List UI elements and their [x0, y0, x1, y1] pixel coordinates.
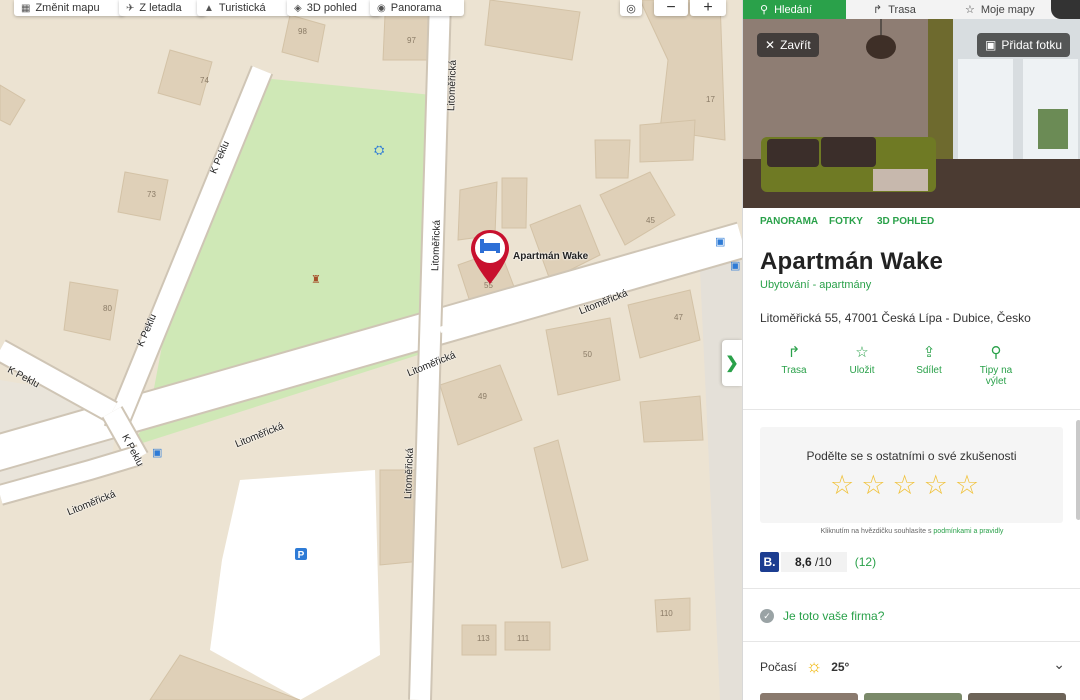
panel-tabs: ⚲ Hledání ↱ Trasa ☆ Moje mapy: [743, 0, 1080, 20]
poi-label[interactable]: Apartmán Wake: [513, 251, 588, 262]
house-number: 74: [200, 76, 209, 85]
add-photo-button[interactable]: ▣ Přidat fotku: [977, 33, 1071, 57]
street-label: Litoměřická: [403, 447, 416, 500]
photo-thumbnail[interactable]: [968, 693, 1066, 700]
plane-icon: ✈: [126, 2, 135, 14]
divider: [743, 409, 1080, 410]
photo-thumbnail[interactable]: [864, 693, 962, 700]
house-number: 49: [478, 392, 487, 401]
house-number: 80: [103, 304, 112, 313]
cube-icon: ◈: [294, 2, 302, 14]
location-target-icon: ◎: [626, 2, 636, 15]
collapse-panel-button[interactable]: ❯: [722, 340, 742, 386]
eye-icon: ◉: [377, 2, 386, 14]
close-button[interactable]: ✕ Zavřít: [757, 33, 819, 57]
star-1-icon[interactable]: ☆: [830, 471, 854, 499]
weather-label: Počasí: [760, 659, 797, 674]
star-5-icon[interactable]: ☆: [955, 471, 979, 499]
chevron-right-icon: ❯: [725, 355, 739, 372]
place-category[interactable]: Ubytování - apartmány: [760, 279, 871, 291]
house-number: 111: [517, 634, 530, 643]
avatar[interactable]: [1051, 0, 1080, 19]
place-address: Litoměřická 55, 47001 Česká Lípa - Dubic…: [760, 311, 1031, 325]
panorama-link[interactable]: PANORAMA: [760, 216, 818, 227]
star-3-icon[interactable]: ☆: [892, 471, 916, 499]
house-number: 73: [147, 190, 156, 199]
tab-search[interactable]: ⚲ Hledání: [743, 0, 846, 19]
booking-score: 8,6 /10: [781, 552, 847, 572]
house-number: 110: [660, 609, 673, 618]
star-icon: ☆: [965, 4, 975, 16]
house-number: 113: [477, 634, 490, 643]
tab-my-maps[interactable]: ☆ Moje mapy: [965, 0, 1035, 19]
map-canvas[interactable]: P ▦ Změnit mapu ✈ Z letadla ▲ Turistická ◈ 3…: [0, 0, 742, 700]
house-number: 45: [646, 216, 655, 225]
rating-box: Podělte se s ostatními o své zkušenosti …: [760, 427, 1063, 523]
search-icon: ⚲: [760, 4, 769, 16]
photo-thumbnail[interactable]: [760, 693, 858, 700]
route-action[interactable]: ↱ Trasa: [764, 344, 824, 377]
save-action[interactable]: ☆ Uložit: [832, 344, 892, 377]
view-3d-button[interactable]: ◈ 3D pohled: [287, 0, 381, 16]
panorama-button[interactable]: ◉ Panorama: [370, 0, 464, 16]
view-3d-link[interactable]: 3D POHLED: [877, 216, 934, 227]
house-number: 50: [583, 350, 592, 359]
place-photo[interactable]: ✕ Zavřít ▣ Přidat fotku: [743, 19, 1080, 208]
place-title: Apartmán Wake: [760, 248, 944, 275]
camera-icon: ▣: [985, 38, 997, 52]
close-icon: ✕: [765, 38, 776, 52]
map-graphics: P: [0, 0, 742, 700]
share-icon: ⇪: [922, 344, 936, 361]
panel-scrollbar[interactable]: [1076, 420, 1080, 520]
monument-icon[interactable]: ♜: [311, 273, 321, 286]
bus-stop-icon[interactable]: ▣: [715, 235, 725, 248]
share-action[interactable]: ⇪ Sdílet: [899, 344, 959, 377]
weather-row[interactable]: Počasí ☼ 25° ⌄: [760, 656, 1065, 677]
weather-temp: 25°: [831, 659, 850, 674]
trip-tips-action[interactable]: ⚲ Tipy na výlet: [966, 344, 1026, 388]
person-pin-icon: ⚲: [990, 344, 1002, 361]
route-arrow-icon: ↱: [787, 344, 801, 361]
review-count[interactable]: (12): [855, 555, 876, 569]
from-plane-button[interactable]: ✈ Z letadla: [119, 0, 206, 16]
booking-rating[interactable]: B. 8,6 /10 (12): [760, 552, 876, 572]
layers-icon: ▦: [21, 2, 31, 14]
detail-panel: ⚲ Hledání ↱ Trasa ☆ Moje mapy ✕ Zavřít ▣ Přid…: [742, 0, 1080, 700]
booking-logo: B.: [760, 552, 779, 572]
photos-link[interactable]: FOTKY: [829, 216, 863, 227]
terms-note: Kliknutím na hvězdičku souhlasíte s podm…: [820, 528, 1004, 535]
tourist-map-button[interactable]: ▲ Turistická: [197, 0, 290, 16]
locate-me-button[interactable]: ◎: [620, 0, 642, 16]
change-map-button[interactable]: ▦ Změnit mapu: [14, 0, 124, 16]
bus-stop-icon[interactable]: ▣: [730, 259, 740, 272]
sun-icon: ☼: [805, 656, 823, 676]
playground-icon[interactable]: ⛭: [374, 142, 384, 158]
rating-prompt: Podělte se s ostatními o své zkušenosti: [806, 449, 1017, 463]
star-outline-icon: ☆: [855, 344, 869, 361]
house-number: 47: [674, 313, 683, 322]
bus-stop-icon[interactable]: ▣: [152, 446, 162, 459]
check-circle-icon: ✓: [760, 609, 774, 623]
rating-stars: ☆ ☆ ☆ ☆ ☆: [830, 471, 979, 499]
terms-link[interactable]: podmínkami a pravidly: [933, 528, 1003, 535]
divider: [743, 641, 1080, 642]
house-number: 97: [407, 36, 416, 45]
star-4-icon[interactable]: ☆: [924, 471, 948, 499]
street-label: Litoměřická: [430, 219, 443, 272]
star-2-icon[interactable]: ☆: [861, 471, 885, 499]
mountain-icon: ▲: [204, 2, 214, 14]
claim-business-link[interactable]: ✓ Je toto vaše firma?: [760, 609, 884, 623]
divider: [743, 588, 1080, 589]
parking-icon: P: [298, 550, 305, 561]
zoom-out-button[interactable]: −: [654, 0, 688, 16]
tab-route[interactable]: ↱ Trasa: [873, 0, 916, 19]
street-label: Litoměřická: [446, 59, 459, 112]
apartment-pin[interactable]: [470, 228, 510, 286]
house-number: 17: [706, 95, 715, 104]
chevron-down-icon[interactable]: ⌄: [1053, 656, 1065, 673]
house-number: 98: [298, 27, 307, 36]
hotel-bed-icon: [471, 230, 509, 284]
route-icon: ↱: [873, 4, 883, 16]
zoom-in-button[interactable]: +: [690, 0, 726, 16]
